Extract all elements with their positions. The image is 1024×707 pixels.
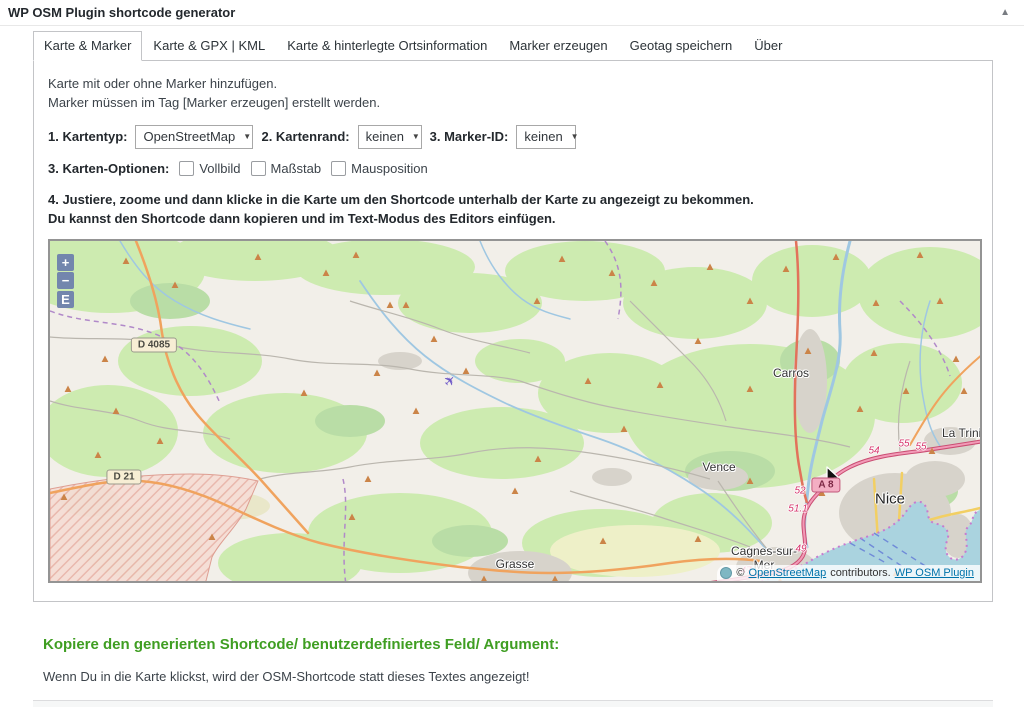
markerid-label: 3. Marker-ID: xyxy=(430,129,509,144)
layer-control: E xyxy=(57,291,74,309)
tab-marker-erzeugen[interactable]: Marker erzeugen xyxy=(498,31,618,61)
collapse-toggle-icon[interactable]: ▲ xyxy=(1000,7,1010,18)
shortcode-section: Kopiere den generierten Shortcode/ benut… xyxy=(33,636,993,684)
massstab-checkbox[interactable] xyxy=(251,161,266,176)
tab-panel: Karte mit oder ohne Marker hinzufügen. M… xyxy=(33,60,993,602)
intro-line-2: Marker müssen im Tag [Marker erzeugen] e… xyxy=(48,94,978,113)
map-options-row: 3. Karten-Optionen: Vollbild Maßstab Mau… xyxy=(48,161,978,176)
chevron-down-icon: ▼ xyxy=(571,132,579,141)
map-canvas[interactable]: ✈ Carros Vence Grasse Cagnes-sur- Mer Ni… xyxy=(48,239,982,583)
checkbox-vollbild[interactable]: Vollbild xyxy=(179,161,240,176)
map-tiles xyxy=(50,241,982,583)
kartentyp-value: OpenStreetMap xyxy=(143,129,235,144)
page-title: WP OSM Plugin shortcode generator xyxy=(8,5,235,20)
kartentyp-label: 1. Kartentyp: xyxy=(48,129,127,144)
markerid-select[interactable]: keinen ▼ xyxy=(516,125,576,149)
vollbild-label: Vollbild xyxy=(199,161,240,176)
zoom-in-button[interactable]: + xyxy=(57,254,74,271)
intro-line-1: Karte mit oder ohne Marker hinzufügen. xyxy=(48,75,978,94)
mausposition-checkbox[interactable] xyxy=(331,161,346,176)
massstab-label: Maßstab xyxy=(271,161,322,176)
zoom-out-button[interactable]: − xyxy=(57,272,74,289)
intro-text: Karte mit oder ohne Marker hinzufügen. M… xyxy=(48,75,978,113)
metabox-titlebar: WP OSM Plugin shortcode generator ▲ xyxy=(0,0,1024,26)
mausposition-label: Mausposition xyxy=(351,161,428,176)
vollbild-checkbox[interactable] xyxy=(179,161,194,176)
tab-ueber[interactable]: Über xyxy=(743,31,793,61)
step4-instructions: 4. Justiere, zoome und dann klicke in di… xyxy=(48,190,978,229)
shortcode-heading: Kopiere den generierten Shortcode/ benut… xyxy=(43,636,983,653)
markerid-value: keinen xyxy=(524,129,562,144)
tab-karte-ortsinformation[interactable]: Karte & hinterlegte Ortsinformation xyxy=(276,31,498,61)
tab-karte-gpx-kml[interactable]: Karte & GPX | KML xyxy=(142,31,276,61)
step4-line-1: 4. Justiere, zoome und dann klicke in di… xyxy=(48,190,978,210)
map-type-row: 1. Kartentyp: OpenStreetMap ▼ 2. Kartenr… xyxy=(48,125,978,149)
metabox-bottom-divider xyxy=(33,700,993,707)
kartenrand-label: 2. Kartenrand: xyxy=(261,129,349,144)
kartenrand-value: keinen xyxy=(366,129,404,144)
contributors-text: contributors. xyxy=(830,567,891,579)
kartenrand-select[interactable]: keinen ▼ xyxy=(358,125,422,149)
chevron-down-icon: ▼ xyxy=(412,132,420,141)
checkbox-massstab[interactable]: Maßstab xyxy=(251,161,322,176)
zoom-control: + − xyxy=(57,254,74,290)
wp-osm-plugin-link[interactable]: WP OSM Plugin xyxy=(895,567,974,579)
tab-bar: Karte & Marker Karte & GPX | KML Karte &… xyxy=(33,31,993,61)
step4-line-2: Du kannst den Shortcode dann kopieren un… xyxy=(48,209,978,229)
map-attribution: © OpenStreetMap contributors. WP OSM Plu… xyxy=(717,565,980,581)
tab-karte-marker[interactable]: Karte & Marker xyxy=(33,31,142,61)
openstreetmap-link[interactable]: OpenStreetMap xyxy=(749,567,827,579)
copyright-symbol: © xyxy=(736,567,744,579)
tab-geotag-speichern[interactable]: Geotag speichern xyxy=(619,31,744,61)
attribution-logo-icon[interactable] xyxy=(720,567,732,579)
checkbox-mausposition[interactable]: Mausposition xyxy=(331,161,428,176)
shortcode-placeholder-note: Wenn Du in die Karte klickst, wird der O… xyxy=(43,669,983,684)
karten-optionen-label: 3. Karten-Optionen: xyxy=(48,161,169,176)
chevron-down-icon: ▼ xyxy=(243,132,251,141)
kartentyp-select[interactable]: OpenStreetMap ▼ xyxy=(135,125,253,149)
layer-switcher-button[interactable]: E xyxy=(57,291,74,308)
